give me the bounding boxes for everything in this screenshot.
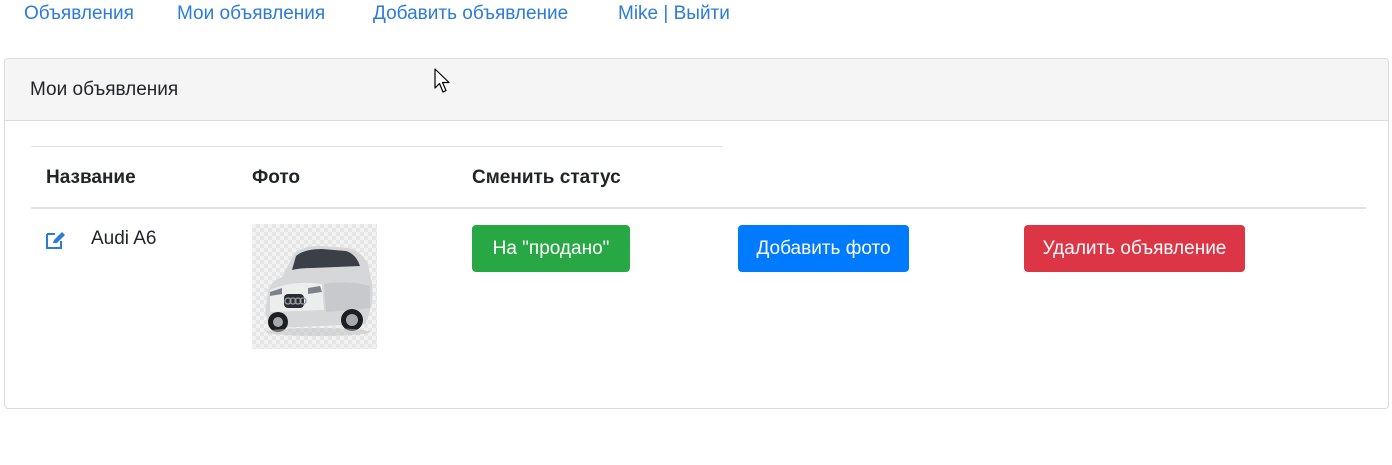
mouse-cursor-icon <box>434 68 452 94</box>
table-header-divider <box>31 207 1366 209</box>
top-navigation: Объявления Мои объявления Добавить объяв… <box>0 0 1392 30</box>
nav-link-my-ads[interactable]: Мои объявления <box>177 3 325 25</box>
table-top-divider <box>31 146 723 147</box>
column-header-name: Название <box>46 167 136 188</box>
card-title: Мои объявления <box>30 79 179 100</box>
column-header-photo: Фото <box>252 167 301 188</box>
mark-sold-button[interactable]: На "продано" <box>472 225 630 272</box>
nav-link-add-ad[interactable]: Добавить объявление <box>373 3 568 25</box>
card-header: Мои объявления <box>5 59 1388 121</box>
add-photo-button[interactable]: Добавить фото <box>738 225 909 272</box>
nav-link-ads[interactable]: Объявления <box>24 3 134 25</box>
ad-name[interactable]: Audi A6 <box>91 228 157 250</box>
edit-icon[interactable] <box>45 230 67 250</box>
column-header-change-status: Сменить статус <box>472 167 621 188</box>
nav-link-user-logout[interactable]: Mike | Выйти <box>618 3 730 25</box>
my-ads-card: Мои объявления Название Фото Сменить ста… <box>4 58 1389 409</box>
car-photo[interactable] <box>252 224 377 349</box>
delete-ad-button[interactable]: Удалить объявление <box>1024 225 1245 272</box>
